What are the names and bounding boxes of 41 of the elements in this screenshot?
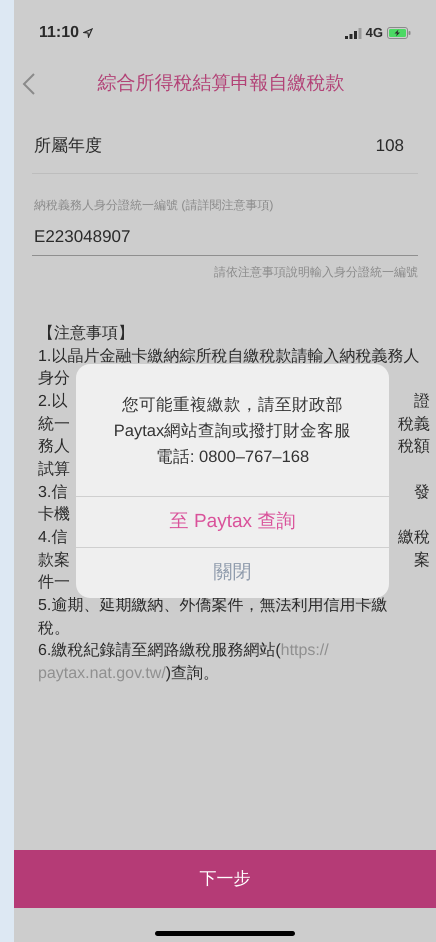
note-text: 稅額 xyxy=(398,439,430,456)
note-text: 3.信 xyxy=(38,484,68,501)
next-button[interactable]: 下一步 xyxy=(14,850,436,908)
network-label: 4G xyxy=(366,24,383,42)
alert-message-line: 電話: 0800–767–168 xyxy=(156,447,310,468)
note-text: 證 xyxy=(414,394,430,410)
id-input-field[interactable]: E223048907 xyxy=(32,224,418,256)
id-hint: 請依注意事項說明輸入身分證統一編號 xyxy=(214,264,418,280)
note-text: 統一 xyxy=(38,416,70,433)
note-text: 4.信 xyxy=(38,530,68,546)
note-text: 稅義 xyxy=(398,416,430,433)
note-text: 稅。 xyxy=(38,620,70,637)
note-text: 身分 xyxy=(38,371,70,388)
back-icon[interactable] xyxy=(22,72,36,96)
paytax-query-button[interactable]: 至 Paytax 查詢 xyxy=(76,496,389,547)
note-text: 繳稅 xyxy=(398,530,430,546)
note-text: 款案 xyxy=(38,552,70,569)
battery-charging-icon xyxy=(387,27,411,39)
notes-title: 【注意事項】 xyxy=(38,326,134,342)
alert-message-line: Paytax網站查詢或撥打財金客服 xyxy=(114,421,352,442)
note-text: 2.以 xyxy=(38,394,68,410)
note-text: 卡機 xyxy=(38,507,70,524)
close-button[interactable]: 關閉 xyxy=(76,547,389,598)
url-link[interactable]: paytax.nat.gov.tw/ xyxy=(38,666,166,682)
note-text: 件一 xyxy=(38,575,70,592)
note-text: 務人 xyxy=(38,439,70,456)
page-title: 綜合所得稅結算申報自繳稅款 xyxy=(96,72,346,96)
note-text: 1.以晶片金融卡繳納綜所稅自繳稅款請輸入納稅義務人 xyxy=(38,348,420,365)
status-time: 11:10 xyxy=(39,23,80,43)
url-link[interactable]: https:// xyxy=(280,643,329,660)
alert-message-line: 您可能重複繳款，請至財政部 xyxy=(122,395,343,416)
note-text: 案 xyxy=(414,552,430,569)
note-text: 試算 xyxy=(38,462,70,478)
location-icon xyxy=(83,28,94,38)
year-label: 所屬年度 xyxy=(34,134,102,157)
id-field-label: 納稅義務人身分證統一編號 (請詳閱注意事項) xyxy=(34,197,274,214)
note-text: )查詢。 xyxy=(166,666,220,682)
year-value: 108 xyxy=(376,134,405,157)
signal-icon xyxy=(344,28,362,38)
note-text: 6.繳稅紀錄請至網路繳稅服務網站( xyxy=(38,643,281,660)
note-text: 發 xyxy=(414,484,430,501)
